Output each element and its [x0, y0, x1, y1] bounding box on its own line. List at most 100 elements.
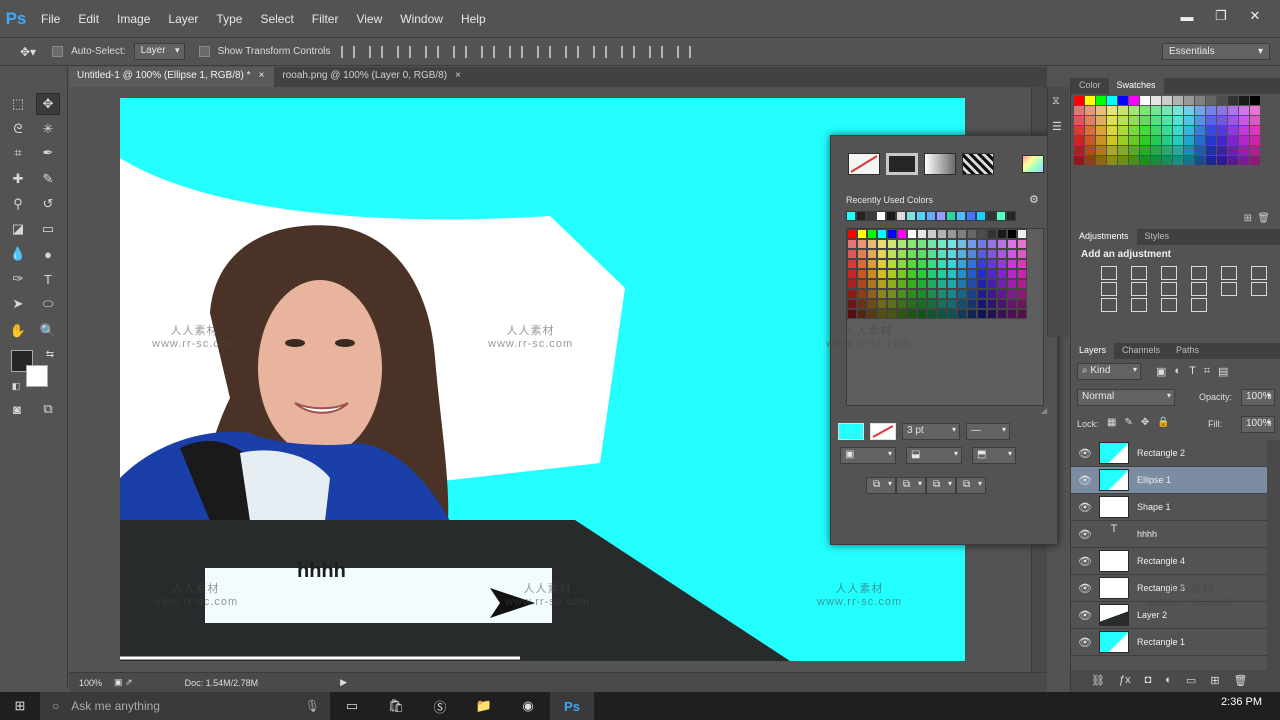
align-hcenter-icon[interactable]	[453, 45, 468, 58]
color-swatch[interactable]	[1107, 136, 1117, 145]
color-swatch[interactable]	[1250, 156, 1260, 165]
color-swatch[interactable]	[867, 229, 877, 239]
color-swatch[interactable]	[877, 309, 887, 319]
color-swatch[interactable]	[1074, 136, 1084, 145]
color-swatch[interactable]	[917, 269, 927, 279]
color-swatch[interactable]	[907, 269, 917, 279]
color-swatch[interactable]	[1129, 136, 1139, 145]
path-selection-tool-icon[interactable]: ➤	[6, 293, 30, 315]
auto-select-dropdown[interactable]: Layer	[133, 43, 185, 60]
visibility-eye-icon[interactable]: 👁	[1071, 636, 1099, 649]
stroke-type-dropdown[interactable]: —	[966, 423, 1010, 440]
color-swatch[interactable]	[967, 299, 977, 309]
align-vcenter-icon[interactable]	[369, 45, 384, 58]
color-swatch[interactable]	[867, 269, 877, 279]
store-icon[interactable]: 🛍	[374, 692, 418, 720]
invert-icon[interactable]	[1251, 282, 1267, 296]
color-swatch[interactable]	[927, 249, 937, 259]
layer-row[interactable]: 👁 Rectangle 4	[1071, 548, 1267, 575]
align-right-icon[interactable]	[481, 45, 496, 58]
color-swatch[interactable]	[1007, 289, 1017, 299]
color-swatch[interactable]	[947, 229, 957, 239]
color-swatch[interactable]	[1173, 126, 1183, 135]
color-swatch[interactable]	[977, 259, 987, 269]
color-swatch[interactable]	[1228, 96, 1238, 105]
color-swatch[interactable]	[887, 249, 897, 259]
color-swatch[interactable]	[1074, 106, 1084, 115]
color-swatch[interactable]	[1017, 289, 1027, 299]
close-tab-icon[interactable]: ×	[259, 70, 265, 87]
color-swatch[interactable]	[927, 299, 937, 309]
tab-adjustments[interactable]: Adjustments	[1071, 229, 1137, 245]
gradient-tool-icon[interactable]: ▭	[36, 218, 60, 240]
color-swatch[interactable]	[897, 239, 907, 249]
recent-color-swatch[interactable]	[896, 211, 906, 221]
move-tool-preset-icon[interactable]: ✥▾	[20, 45, 36, 59]
color-swatch[interactable]	[897, 269, 907, 279]
restore-icon[interactable]: ❐	[1206, 6, 1236, 26]
color-swatch[interactable]	[1085, 116, 1095, 125]
color-lookup-icon[interactable]	[1221, 282, 1237, 296]
color-swatch[interactable]	[1239, 116, 1249, 125]
recent-color-swatch[interactable]	[886, 211, 896, 221]
selective-color-icon[interactable]	[1191, 298, 1207, 312]
color-swatch[interactable]	[997, 299, 1007, 309]
color-swatch[interactable]	[1140, 106, 1150, 115]
color-swatch[interactable]	[847, 239, 857, 249]
color-swatch[interactable]	[897, 259, 907, 269]
color-swatch[interactable]	[867, 249, 877, 259]
distribute-bottom-icon[interactable]	[565, 45, 580, 58]
color-swatch[interactable]	[887, 309, 897, 319]
black-white-icon[interactable]	[1131, 282, 1147, 296]
color-swatch[interactable]	[857, 229, 867, 239]
color-swatch[interactable]	[947, 269, 957, 279]
tab-layers[interactable]: Layers	[1071, 343, 1115, 359]
history-brush-tool-icon[interactable]: ↺	[36, 193, 60, 215]
recent-color-swatch[interactable]	[846, 211, 856, 221]
color-swatch[interactable]	[997, 269, 1007, 279]
color-swatch[interactable]	[1184, 106, 1194, 115]
color-swatch[interactable]	[967, 309, 977, 319]
color-swatch[interactable]	[937, 299, 947, 309]
color-swatch[interactable]	[1184, 116, 1194, 125]
visibility-eye-icon[interactable]: 👁	[1071, 501, 1099, 514]
color-swatch[interactable]	[1085, 106, 1095, 115]
color-swatch[interactable]	[1228, 146, 1238, 155]
pen-tool-icon[interactable]: ✑	[6, 268, 30, 290]
color-swatch[interactable]	[967, 289, 977, 299]
stroke-color-swatch[interactable]	[870, 423, 896, 440]
color-swatch[interactable]	[1250, 146, 1260, 155]
brush-tool-icon[interactable]: ✎	[36, 168, 60, 190]
color-balance-icon[interactable]	[1101, 282, 1117, 296]
color-swatch[interactable]	[967, 259, 977, 269]
color-swatch[interactable]	[1173, 106, 1183, 115]
layer-row[interactable]: 👁 Rectangle 1	[1071, 629, 1267, 656]
crop-tool-icon[interactable]: ⌗	[6, 142, 30, 164]
color-swatch[interactable]	[927, 309, 937, 319]
color-swatch[interactable]	[1228, 116, 1238, 125]
color-swatch[interactable]	[1129, 106, 1139, 115]
color-swatch[interactable]	[1118, 156, 1128, 165]
layer-row[interactable]: 👁 Layer 2	[1071, 602, 1267, 629]
solid-color-button[interactable]	[886, 153, 918, 175]
color-swatch[interactable]	[1162, 136, 1172, 145]
swap-colors-icon[interactable]: ⇆	[38, 343, 62, 365]
color-swatch[interactable]	[1017, 299, 1027, 309]
color-swatch[interactable]	[1129, 156, 1139, 165]
hand-tool-icon[interactable]: ✋	[6, 320, 30, 342]
color-swatch[interactable]	[917, 249, 927, 259]
color-swatch[interactable]	[977, 239, 987, 249]
color-swatch[interactable]	[937, 309, 947, 319]
file-explorer-icon[interactable]: 📁	[462, 692, 506, 720]
color-swatch[interactable]	[1129, 116, 1139, 125]
color-swatch[interactable]	[907, 279, 917, 289]
color-swatch[interactable]	[1118, 116, 1128, 125]
curves-icon[interactable]	[1161, 266, 1177, 280]
color-swatch[interactable]	[1250, 96, 1260, 105]
color-swatch[interactable]	[867, 239, 877, 249]
color-swatch[interactable]	[1206, 136, 1216, 145]
color-swatch[interactable]	[987, 309, 997, 319]
layers-scrollbar[interactable]	[1267, 440, 1280, 670]
color-swatch[interactable]	[907, 259, 917, 269]
color-swatch[interactable]	[897, 309, 907, 319]
